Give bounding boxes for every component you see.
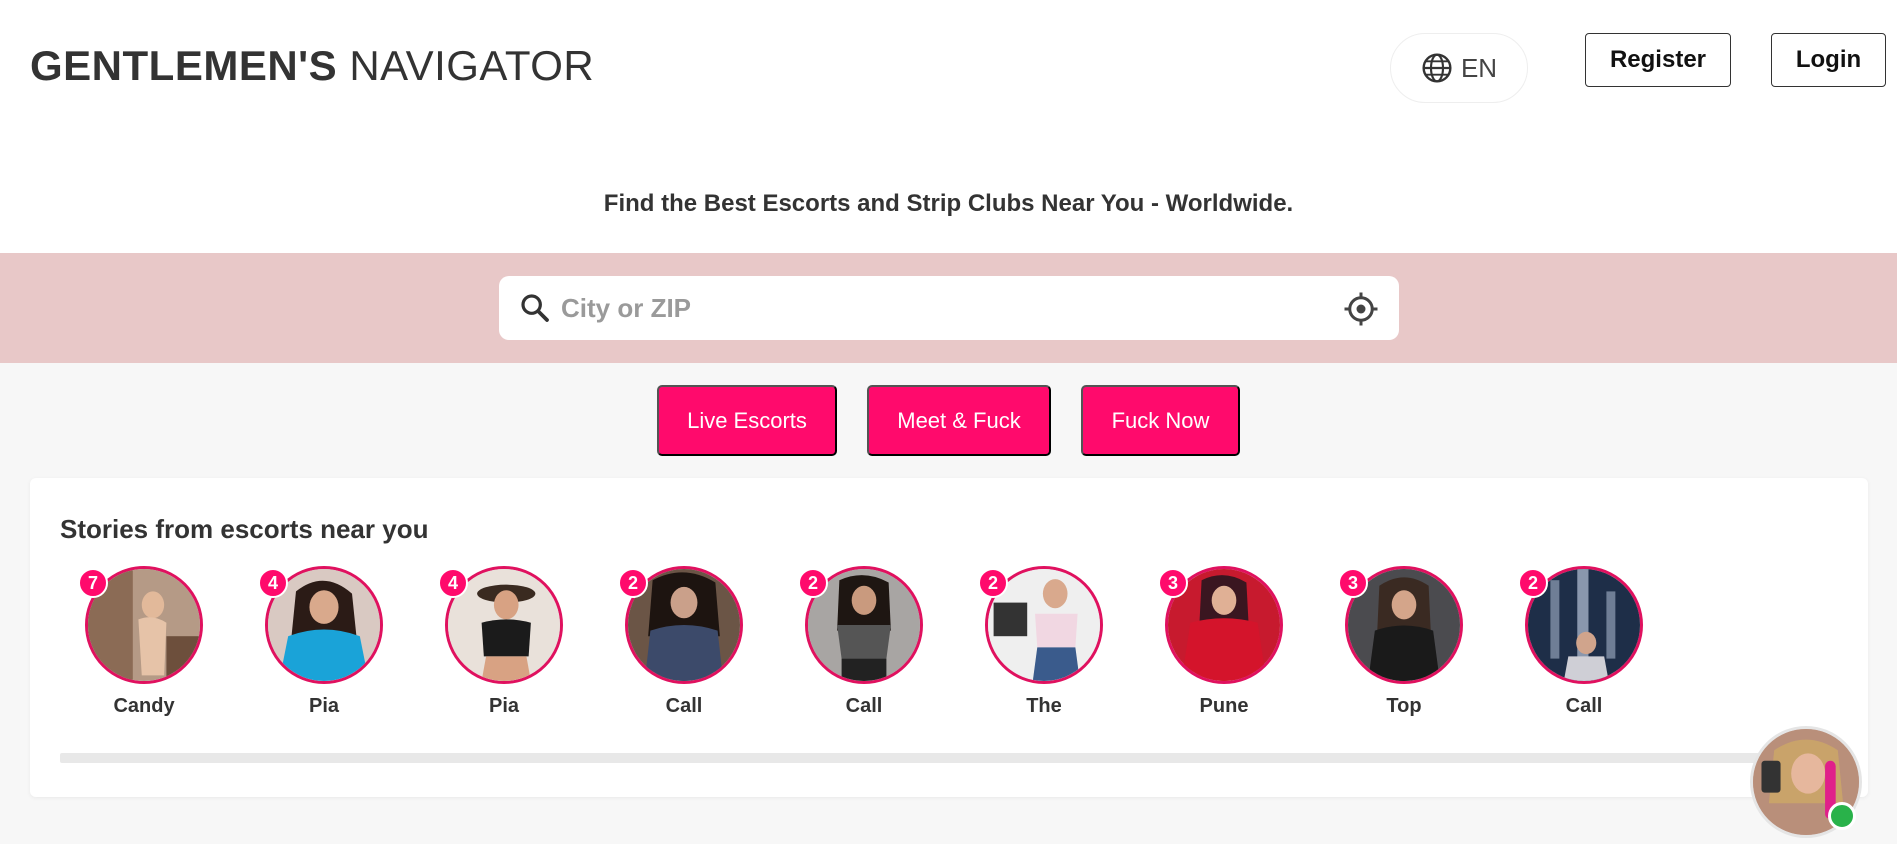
- story-item[interactable]: 3 Pune: [1140, 566, 1300, 726]
- story-name: Pia: [488, 695, 520, 717]
- story-count-badge: 2: [618, 568, 648, 598]
- hero-section: Find the Best Escorts and Strip Clubs Ne…: [0, 130, 1897, 253]
- login-button[interactable]: Login: [1771, 33, 1886, 87]
- hero-tagline: Find the Best Escorts and Strip Clubs Ne…: [603, 190, 1294, 217]
- story-item[interactable]: 3 Top: [1320, 566, 1480, 726]
- locate-icon[interactable]: [1343, 291, 1379, 327]
- story-count-badge: 2: [798, 568, 828, 598]
- story-item[interactable]: 2 The: [960, 566, 1120, 726]
- logo-light-text: NAVIGATOR: [349, 42, 595, 89]
- story-name: Pia: [308, 695, 340, 717]
- register-button[interactable]: Register: [1585, 33, 1731, 87]
- story-name: Pune: [1199, 695, 1249, 717]
- story-name: Call: [1565, 695, 1603, 717]
- story-count-badge: 2: [1518, 568, 1548, 598]
- online-status-dot: [1828, 802, 1856, 830]
- stories-card: Stories from escorts near you 7 Candy 4 …: [30, 478, 1868, 797]
- meet-fuck-button[interactable]: Meet & Fuck: [867, 385, 1051, 456]
- quick-actions: Live Escorts Meet & Fuck Fuck Now: [0, 385, 1897, 457]
- story-name: Call: [845, 695, 883, 717]
- language-selector[interactable]: EN: [1390, 33, 1528, 103]
- globe-icon: [1422, 53, 1452, 83]
- site-header: GENTLEMEN'S NAVIGATOR EN Register Login: [0, 0, 1897, 130]
- stories-scrollbar[interactable]: [60, 753, 1840, 763]
- story-name: The: [1026, 695, 1062, 717]
- language-label: EN: [1460, 52, 1498, 83]
- story-count-badge: 3: [1158, 568, 1188, 598]
- story-count-badge: 3: [1338, 568, 1368, 598]
- story-item[interactable]: 4 Pia: [420, 566, 580, 726]
- story-item[interactable]: 2 Call: [1500, 566, 1660, 726]
- story-count-badge: 4: [258, 568, 288, 598]
- story-count-badge: 2: [978, 568, 1008, 598]
- story-item[interactable]: 7 Candy: [60, 566, 220, 726]
- story-count-badge: 7: [78, 568, 108, 598]
- story-count-badge: 4: [438, 568, 468, 598]
- story-item[interactable]: 2 Call: [780, 566, 940, 726]
- fuck-now-button[interactable]: Fuck Now: [1081, 385, 1240, 456]
- search-icon: [521, 294, 549, 322]
- search-section: [0, 253, 1897, 363]
- stories-title: Stories from escorts near you: [60, 514, 429, 544]
- logo-bold-text: GENTLEMEN'S: [30, 42, 338, 89]
- search-input[interactable]: [561, 284, 1321, 332]
- story-name: Candy: [113, 695, 175, 717]
- story-name: Call: [665, 695, 703, 717]
- story-name: Top: [1386, 695, 1422, 717]
- site-logo[interactable]: GENTLEMEN'S NAVIGATOR: [30, 42, 594, 90]
- live-escorts-button[interactable]: Live Escorts: [657, 385, 837, 456]
- story-item[interactable]: 2 Call: [600, 566, 760, 726]
- search-box: [499, 276, 1399, 340]
- story-item[interactable]: 4 Pia: [240, 566, 400, 726]
